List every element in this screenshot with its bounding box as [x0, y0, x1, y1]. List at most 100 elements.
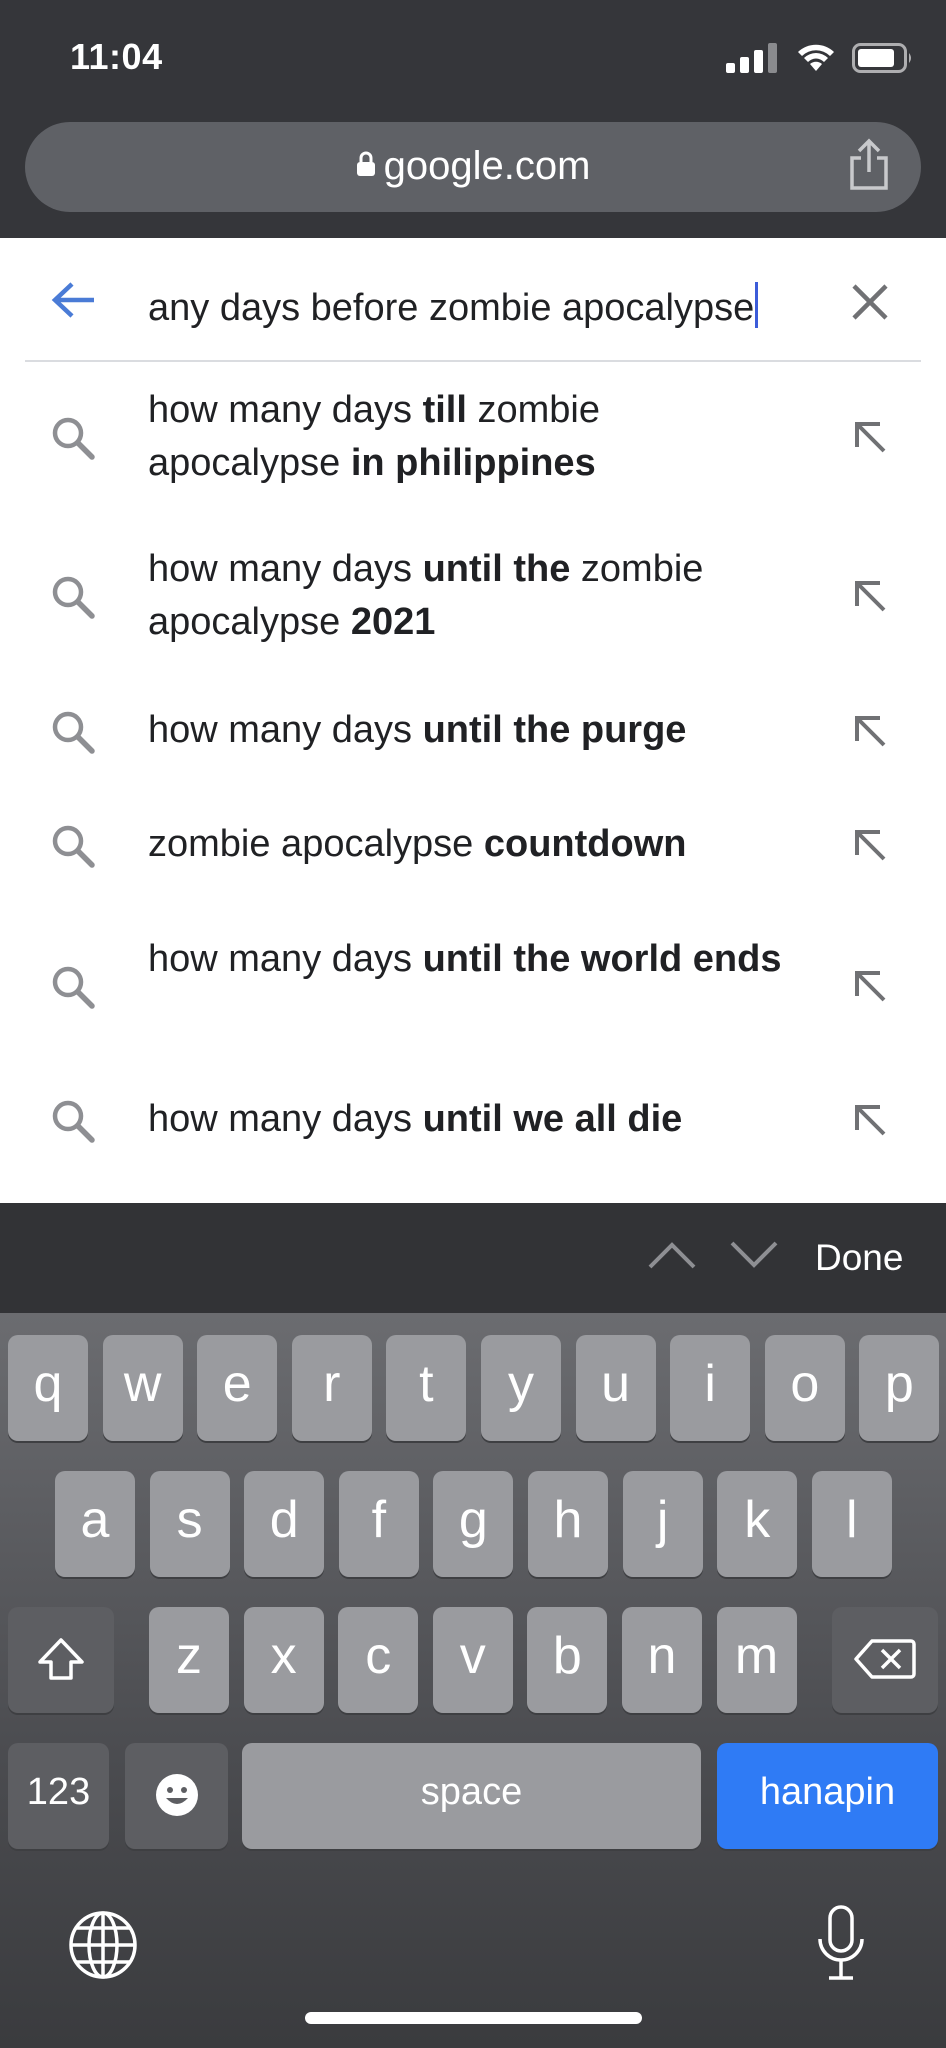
clear-icon[interactable]: [850, 282, 890, 322]
done-button[interactable]: Done: [815, 1237, 903, 1279]
suggestion-bold-segment: until the: [422, 548, 571, 590]
url-bar[interactable]: google.com: [25, 122, 921, 212]
globe-icon[interactable]: [68, 1910, 138, 1980]
suggestion-bold-segment: 2021: [350, 601, 436, 643]
text-caret: [755, 282, 759, 328]
fill-query-arrow-icon[interactable]: [852, 419, 888, 455]
key-o[interactable]: o: [764, 1335, 845, 1441]
url-domain: google.com: [383, 144, 591, 188]
key-j[interactable]: j: [622, 1471, 703, 1577]
search-return-key[interactable]: hanapin: [717, 1743, 938, 1849]
emoji-icon: [155, 1774, 198, 1817]
cellular-signal-icon: [726, 43, 777, 73]
key-x[interactable]: x: [243, 1607, 324, 1713]
key-z[interactable]: z: [149, 1607, 229, 1713]
suggestion-item[interactable]: how many days until we all die: [0, 1093, 946, 1173]
suggestion-bold-segment: till: [422, 389, 467, 431]
search-icon: [52, 825, 95, 868]
key-r[interactable]: r: [291, 1335, 372, 1441]
suggestion-segment: how many days: [148, 1098, 423, 1140]
keyboard-toolbar: Done: [0, 1203, 946, 1313]
share-icon[interactable]: [847, 138, 891, 192]
key-k[interactable]: k: [717, 1471, 798, 1577]
key-y[interactable]: y: [481, 1335, 561, 1441]
key-p[interactable]: p: [859, 1335, 940, 1441]
suggestion-text: zombie apocalypse countdown: [148, 818, 788, 871]
key-t[interactable]: t: [386, 1335, 467, 1441]
key-a[interactable]: a: [55, 1471, 135, 1577]
fill-query-arrow-icon[interactable]: [852, 827, 888, 863]
key-d[interactable]: d: [244, 1471, 325, 1577]
key-w[interactable]: w: [102, 1335, 183, 1441]
suggestion-bold-segment: in philippines: [350, 442, 596, 484]
key-i[interactable]: i: [670, 1335, 751, 1441]
fill-query-arrow-icon[interactable]: [852, 1102, 888, 1138]
shift-icon: [38, 1638, 84, 1681]
search-query-text: any days before zombie apocalypse: [148, 287, 755, 329]
suggestion-item[interactable]: how many days until the zombie apocalyps…: [0, 543, 946, 663]
key-g[interactable]: g: [433, 1471, 514, 1577]
suggestion-item[interactable]: how many days till zombie apocalypse in …: [0, 384, 946, 504]
key-v[interactable]: v: [432, 1607, 513, 1713]
key-e[interactable]: e: [197, 1335, 278, 1441]
suggestion-segment: how many days: [148, 938, 423, 980]
browser-chrome: 11:04 google.com: [0, 0, 946, 238]
suggestion-text: how many days until the world ends: [148, 933, 788, 986]
suggestion-segment: zombie apocalypse: [148, 823, 484, 865]
next-field-chevron-down-icon[interactable]: [730, 1241, 778, 1269]
delete-key[interactable]: [832, 1607, 938, 1713]
key-m[interactable]: m: [716, 1607, 797, 1713]
key-h[interactable]: h: [528, 1471, 608, 1577]
microphone-icon[interactable]: [815, 1905, 867, 1981]
key-n[interactable]: n: [622, 1607, 702, 1713]
key-f[interactable]: f: [338, 1471, 419, 1577]
fill-query-arrow-icon[interactable]: [852, 713, 888, 749]
shift-key[interactable]: [8, 1607, 114, 1713]
suggestion-text: how many days until the purge: [148, 704, 788, 757]
status-time: 11:04: [70, 36, 163, 77]
key-s[interactable]: s: [149, 1471, 230, 1577]
space-key[interactable]: space: [242, 1743, 701, 1849]
suggestion-segment: how many days: [148, 709, 423, 751]
suggestion-item[interactable]: zombie apocalypse countdown: [0, 818, 946, 898]
search-input[interactable]: any days before zombie apocalypse: [148, 282, 759, 330]
emoji-key[interactable]: [125, 1743, 228, 1849]
battery-icon: [852, 43, 911, 73]
suggestion-text: how many days until we all die: [148, 1093, 788, 1146]
fill-query-arrow-icon[interactable]: [852, 968, 888, 1004]
key-u[interactable]: u: [575, 1335, 656, 1441]
key-q[interactable]: q: [8, 1335, 88, 1441]
backspace-icon: [854, 1639, 916, 1680]
divider: [25, 360, 921, 362]
suggestion-segment: how many days: [148, 389, 423, 431]
suggestion-text: how many days until the zombie apocalyps…: [148, 543, 788, 649]
home-indicator[interactable]: [305, 2012, 642, 2024]
search-suggestions-panel: any days before zombie apocalypse how ma…: [0, 238, 946, 1203]
suggestion-segment: how many days: [148, 548, 423, 590]
search-icon: [52, 417, 95, 460]
suggestion-bold-segment: until we all die: [422, 1098, 683, 1140]
search-icon: [52, 1100, 95, 1143]
fill-query-arrow-icon[interactable]: [852, 578, 888, 614]
suggestion-item[interactable]: how many days until the world ends: [0, 933, 946, 1053]
key-c[interactable]: c: [338, 1607, 419, 1713]
suggestion-item[interactable]: how many days until the purge: [0, 704, 946, 784]
status-icons: [726, 40, 914, 76]
suggestion-bold-segment: until the purge: [422, 709, 687, 751]
numbers-key[interactable]: 123: [8, 1743, 109, 1849]
search-icon: [52, 966, 95, 1009]
search-icon: [52, 711, 95, 754]
suggestion-bold-segment: until the world ends: [422, 938, 782, 980]
suggestion-text: how many days till zombie apocalypse in …: [148, 384, 788, 490]
key-l[interactable]: l: [811, 1471, 892, 1577]
keyboard: q w e r t y u i o p a s d f g h j k l z x c v b n m 123 space hanapi…: [0, 1313, 946, 2048]
search-row: any days before zombie apocalypse: [0, 238, 946, 363]
lock-icon: [356, 152, 375, 177]
previous-field-chevron-up-icon[interactable]: [648, 1241, 696, 1269]
suggestion-bold-segment: countdown: [483, 823, 687, 865]
search-icon: [52, 576, 95, 619]
back-arrow-icon[interactable]: [50, 280, 96, 320]
key-b[interactable]: b: [527, 1607, 608, 1713]
url-display[interactable]: google.com: [25, 144, 921, 189]
wifi-icon: [798, 44, 834, 71]
